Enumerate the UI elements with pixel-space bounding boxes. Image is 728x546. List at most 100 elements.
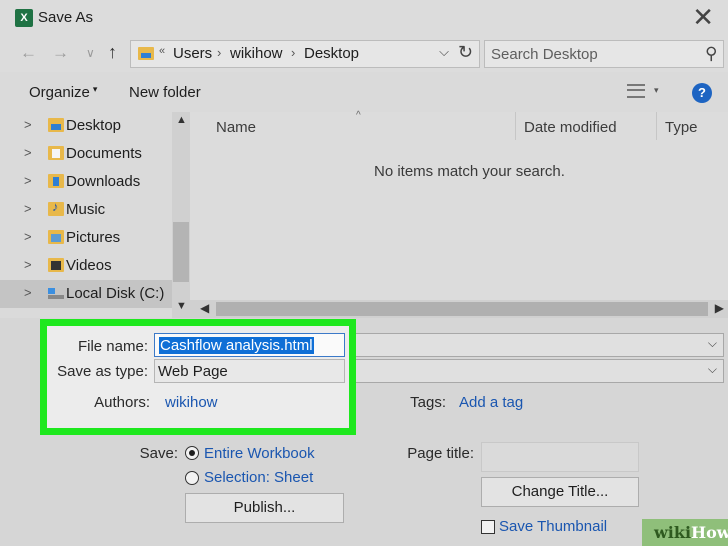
sidebar-item-label: Pictures (66, 229, 121, 246)
breadcrumb-separator-icon[interactable]: › (217, 45, 221, 60)
wikihow-watermark: wikiHow (642, 519, 728, 546)
scroll-up-icon[interactable]: ▲ (176, 114, 187, 126)
change-title-button[interactable]: Change Title... (481, 477, 639, 507)
view-list-icon[interactable] (627, 84, 645, 98)
sidebar-item-pictures[interactable]: > Pictures (0, 224, 172, 252)
entire-workbook-label[interactable]: Entire Workbook (204, 445, 315, 462)
scroll-down-icon[interactable]: ▼ (176, 300, 187, 312)
videos-folder-icon (48, 258, 64, 272)
breadcrumb-users[interactable]: Users (173, 45, 212, 62)
address-bar[interactable]: « Users › wikihow › Desktop ⌵ ↻ (130, 40, 480, 68)
file-list: ^ Name Date modified Type No items match… (190, 110, 728, 318)
recent-locations-chevron-icon[interactable]: ∨ (86, 46, 95, 60)
sidebar-item-label: Documents (66, 145, 142, 162)
back-arrow-icon[interactable]: ← (20, 43, 37, 63)
sidebar-item-downloads[interactable]: > Downloads (0, 168, 172, 196)
expand-arrow-icon[interactable]: > (24, 117, 32, 132)
chevron-down-icon[interactable]: ⌵ (708, 336, 717, 351)
music-folder-icon (48, 199, 64, 216)
forward-arrow-icon[interactable]: → (52, 43, 69, 63)
local-disk-icon (48, 286, 64, 300)
watermark-part-1: wiki (654, 523, 692, 542)
chevron-down-icon[interactable]: ⌵ (439, 44, 449, 60)
downloads-folder-icon (48, 174, 64, 188)
sidebar-item-local-disk[interactable]: > Local Disk (C:) (0, 280, 172, 308)
breadcrumb-desktop[interactable]: Desktop (304, 45, 359, 62)
documents-folder-icon (48, 146, 64, 160)
desktop-folder-icon (48, 118, 64, 132)
title-bar: X Save As ✕ (0, 0, 728, 36)
new-folder-button[interactable]: New folder (129, 84, 201, 101)
empty-folder-message: No items match your search. (374, 163, 565, 180)
column-divider[interactable] (515, 112, 516, 140)
save-as-type-label: Save as type: (57, 363, 148, 380)
sidebar-item-desktop[interactable]: > Desktop (0, 112, 172, 140)
authors-value[interactable]: wikihow (165, 394, 218, 411)
expand-arrow-icon[interactable]: > (24, 257, 32, 272)
breadcrumb-separator-icon[interactable]: › (291, 45, 295, 60)
organize-button[interactable]: Organize ▾ (29, 84, 97, 101)
file-name-label: File name: (77, 338, 148, 355)
expand-arrow-icon[interactable]: > (24, 145, 32, 160)
caret-down-icon: ▾ (92, 84, 98, 94)
file-list-horizontal-scrollbar[interactable]: ◀ ▶ (190, 300, 728, 318)
navigation-pane: > Desktop > Documents > Downloads > Musi… (0, 112, 190, 318)
page-title-label: Page title: (407, 445, 474, 462)
save-as-type-combo[interactable]: ⌵ (340, 359, 724, 383)
refresh-icon[interactable]: ↻ (458, 42, 473, 63)
authors-label: Authors: (94, 394, 150, 411)
tags-label: Tags: (410, 394, 446, 411)
expand-arrow-icon[interactable]: > (24, 229, 32, 244)
search-placeholder: Search Desktop (491, 46, 598, 63)
file-name-value[interactable]: Cashflow analysis.html (159, 337, 314, 354)
watermark-part-2: How (691, 523, 728, 542)
file-name-combo[interactable]: ⌵ (340, 333, 724, 357)
save-thumbnail-checkbox[interactable] (481, 520, 495, 534)
window-title: Save As (38, 9, 94, 26)
sidebar-item-music[interactable]: > Music (0, 196, 172, 224)
scroll-thumb[interactable] (173, 222, 189, 282)
save-thumbnail-label[interactable]: Save Thumbnail (499, 518, 607, 535)
breadcrumb-wikihow[interactable]: wikihow (230, 45, 283, 62)
add-tag-link[interactable]: Add a tag (459, 394, 523, 411)
sidebar-item-label: Desktop (66, 117, 122, 134)
expand-arrow-icon[interactable]: > (24, 285, 32, 300)
sidebar-item-label: Local Disk (C:) (66, 285, 165, 302)
folder-icon (138, 47, 154, 60)
pictures-folder-icon (48, 230, 64, 244)
toolbar: Organize ▾ New folder ▾ ? (0, 72, 728, 112)
selection-sheet-label[interactable]: Selection: Sheet (204, 469, 313, 486)
organize-label: Organize (29, 84, 90, 101)
sidebar-item-videos[interactable]: > Videos (0, 252, 172, 280)
selection-sheet-radio[interactable] (185, 471, 199, 485)
chevron-down-icon[interactable]: ⌵ (708, 362, 717, 377)
sidebar-item-documents[interactable]: > Documents (0, 140, 172, 168)
expand-arrow-icon[interactable]: > (24, 173, 32, 188)
chevron-double-left-icon[interactable]: « (159, 45, 165, 57)
caret-down-icon[interactable]: ▾ (654, 85, 659, 96)
expand-arrow-icon[interactable]: > (24, 201, 32, 216)
save-label: Save: (139, 445, 178, 462)
scroll-thumb[interactable] (216, 302, 708, 316)
navigation-bar: ← → ∨ ↑ « Users › wikihow › Desktop ⌵ ↻ … (0, 36, 728, 72)
up-arrow-icon[interactable]: ↑ (108, 42, 117, 63)
close-icon[interactable]: ✕ (692, 3, 714, 31)
save-as-type-value: Web Page (158, 363, 228, 380)
sidebar-item-label: Downloads (66, 173, 141, 190)
save-as-type-select[interactable]: Web Page (154, 359, 345, 383)
column-header-name[interactable]: Name (216, 119, 256, 136)
scroll-left-icon[interactable]: ◀ (200, 301, 209, 315)
excel-app-icon: X (15, 9, 33, 27)
scroll-right-icon[interactable]: ▶ (715, 301, 724, 315)
publish-button[interactable]: Publish... (185, 493, 344, 523)
search-input[interactable]: Search Desktop ⚲ (484, 40, 724, 68)
entire-workbook-radio[interactable] (185, 446, 199, 460)
file-name-input[interactable]: Cashflow analysis.html (154, 333, 345, 357)
navigation-pane-scrollbar[interactable]: ▲ ▼ (172, 112, 190, 318)
page-title-field (481, 442, 639, 472)
column-header-type[interactable]: Type (665, 119, 698, 136)
column-header-date-modified[interactable]: Date modified (524, 119, 617, 136)
column-divider[interactable] (656, 112, 657, 140)
search-icon[interactable]: ⚲ (705, 44, 717, 64)
help-icon[interactable]: ? (692, 83, 712, 103)
